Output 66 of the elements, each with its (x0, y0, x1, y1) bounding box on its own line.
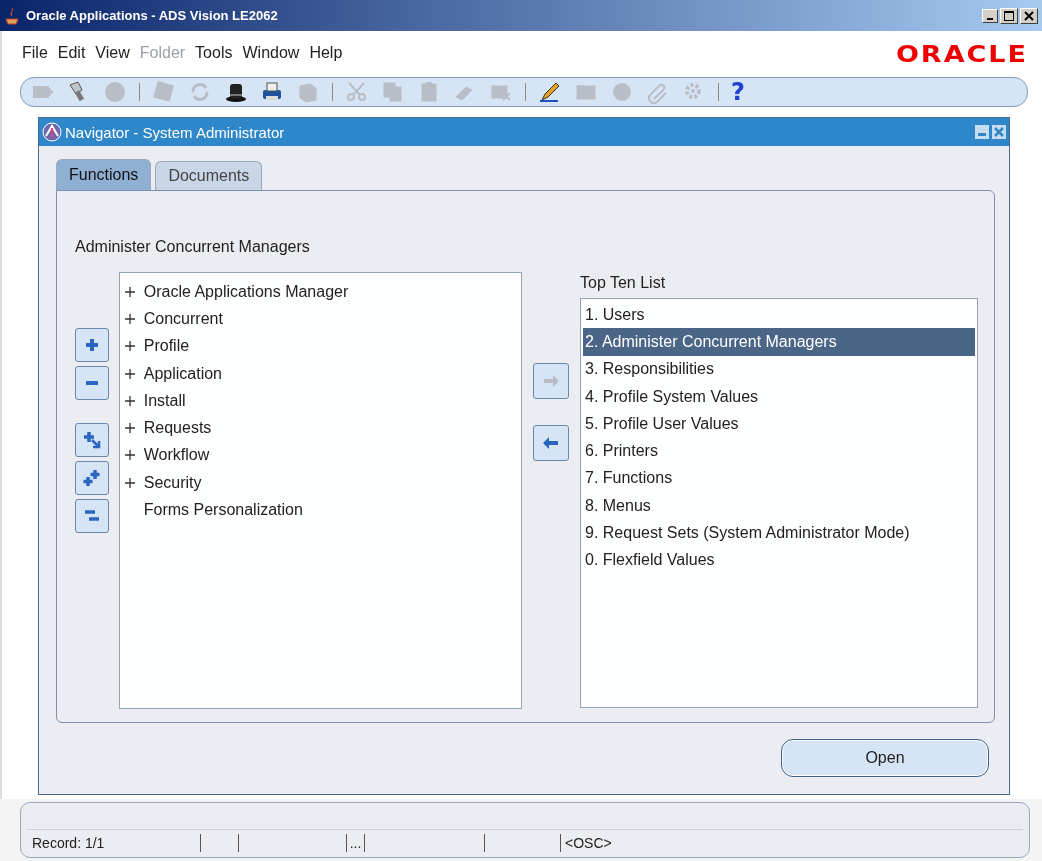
expand-icon[interactable] (123, 367, 136, 380)
menu-item[interactable]: View (95, 44, 130, 62)
tab[interactable]: Functions (56, 159, 152, 190)
tree-item[interactable]: Oracle Applications Manager (143, 282, 349, 301)
list-item[interactable]: 2. Administer Concurrent Managers (583, 328, 975, 356)
current-function-label: Administer Concurrent Managers (75, 238, 310, 257)
collapse-button[interactable] (75, 366, 109, 400)
status-text: ... (349, 835, 362, 851)
right-arrow-icon (542, 372, 561, 390)
close-icon (1024, 10, 1034, 21)
tree-item[interactable]: Concurrent (143, 309, 223, 328)
navigator-icon (42, 122, 62, 142)
menu-item[interactable]: Tools (195, 44, 233, 62)
status-text: Record: 1/1 (32, 835, 105, 851)
collapse-all-button[interactable] (75, 499, 109, 533)
remove-button[interactable] (533, 425, 570, 461)
tree-item[interactable]: Security (143, 473, 202, 492)
menu-item[interactable]: Edit (57, 44, 86, 62)
expand-button[interactable] (75, 328, 109, 362)
open-button[interactable]: Open (781, 739, 989, 777)
expand-branch-icon (83, 431, 101, 449)
pencil-icon[interactable] (538, 80, 562, 104)
tree-item[interactable]: Application (143, 364, 222, 383)
close-icon (994, 127, 1004, 137)
tree-item[interactable]: Install (143, 391, 186, 410)
list-item[interactable]: 6. Printers (583, 437, 975, 465)
help-icon[interactable]: ? (731, 80, 745, 104)
tree-item[interactable]: Forms Personalization (143, 501, 303, 519)
list-item[interactable]: 4. Profile System Values (583, 382, 975, 411)
oracle-logo: ORACLE (895, 39, 1028, 67)
expand-icon (83, 336, 101, 354)
expand-icon[interactable] (123, 312, 136, 325)
minimize-icon (987, 17, 993, 20)
list-item[interactable]: 8. Menus (583, 492, 975, 520)
menu-item[interactable]: Window (242, 44, 300, 62)
window-title: Navigator - System Administrator (65, 123, 286, 141)
list-item[interactable]: 9. Request Sets (System Administrator Mode) (583, 519, 975, 547)
menu-item[interactable]: File (22, 44, 48, 62)
minimize-button[interactable] (982, 8, 998, 23)
tree-item[interactable]: Profile (143, 337, 190, 356)
list-label: Top Ten List (580, 274, 666, 293)
list-item[interactable]: 5. Profile User Values (583, 410, 975, 438)
maximize-button[interactable] (1000, 7, 1018, 24)
tree-item[interactable]: Requests (143, 419, 212, 438)
close-button[interactable] (1020, 7, 1038, 24)
expand-branch-button[interactable] (75, 423, 109, 457)
menu-item[interactable]: Help (309, 44, 343, 62)
expand-icon[interactable] (123, 394, 136, 407)
tab[interactable]: Documents (155, 161, 263, 190)
window-title: Oracle Applications - ADS Vision LE2062 (26, 8, 279, 23)
list-item[interactable]: 7. Functions (583, 464, 975, 493)
expand-icon[interactable] (123, 449, 136, 462)
java-cup-icon (4, 6, 20, 25)
expand-all-button[interactable] (75, 461, 109, 495)
expand-all-icon (83, 469, 101, 487)
list-item[interactable]: 0. Flexfield Values (583, 546, 975, 574)
collapse-icon (86, 381, 98, 385)
expand-icon[interactable] (123, 285, 136, 298)
tree-item[interactable]: Workflow (143, 446, 210, 465)
list-item[interactable]: 1. Users (583, 301, 975, 329)
status-text: <OSC> (565, 835, 612, 851)
list-item[interactable]: 3. Responsibilities (583, 355, 975, 383)
expand-icon[interactable] (123, 476, 136, 489)
maximize-icon (1004, 10, 1014, 21)
expand-icon[interactable] (123, 422, 136, 435)
expand-icon[interactable] (123, 340, 136, 353)
